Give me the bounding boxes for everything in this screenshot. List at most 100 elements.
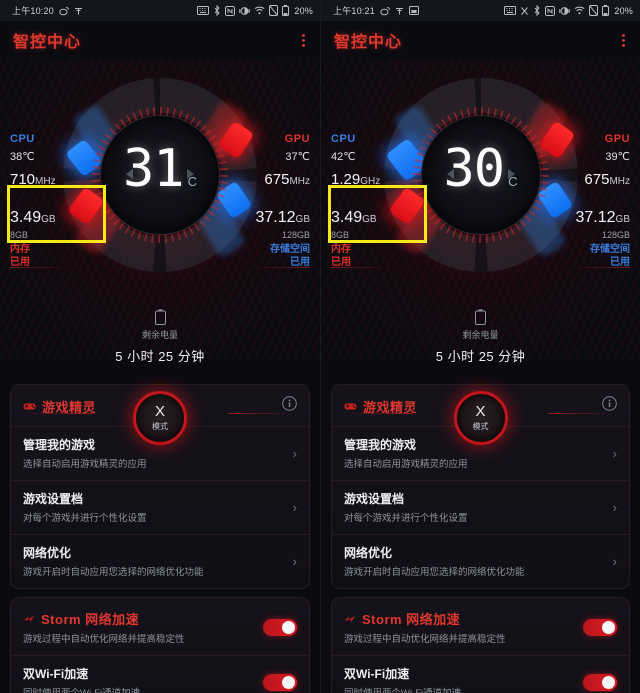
- storage-caption: 存储空间 已用: [270, 244, 310, 268]
- temperature-gauge: 31 C: [62, 77, 258, 273]
- vibrate-icon: [239, 6, 251, 16]
- battery-summary: 剩余电量 5 小时 25 分钟: [321, 309, 640, 365]
- list-item-storm[interactable]: Storm 网络加速 游戏过程中自动优化网络并提高稳定性: [11, 598, 309, 655]
- list-item[interactable]: 双Wi-Fi加速 同时使用两个Wi-Fi通道加速: [11, 655, 309, 693]
- list-item[interactable]: 网络优化 游戏开启时自动应用您选择的网络优化功能 ›: [11, 534, 309, 588]
- chevron-right-icon: ›: [612, 553, 617, 569]
- row-subtitle: 同时使用两个Wi-Fi通道加速: [23, 685, 263, 693]
- gpu-temperature: 39℃: [605, 151, 630, 163]
- list-item[interactable]: 双Wi-Fi加速 同时使用两个Wi-Fi通道加速: [332, 655, 629, 693]
- gamepad-icon: [344, 402, 357, 411]
- list-item-storm[interactable]: Storm 网络加速 游戏过程中自动优化网络并提高稳定性: [332, 598, 629, 655]
- row-text: 网络优化 游戏开启时自动应用您选择的网络优化功能: [344, 544, 605, 578]
- status-bar-right: 20%: [504, 5, 633, 16]
- battery-remaining-time: 5 小时 25 分钟: [115, 349, 205, 364]
- screenshot-comparison: 上午10:20 20% 智控中心 31 C CPU 38℃ 710MHz GPU…: [0, 0, 640, 693]
- cpu-frequency-highlight-box: [7, 185, 106, 243]
- cpu-stats: CPU 38℃ 710MHz: [10, 133, 56, 188]
- row-text: 双Wi-Fi加速 同时使用两个Wi-Fi通道加速: [344, 665, 583, 693]
- temperature-unit: C: [508, 174, 518, 189]
- storage-total: 128GB: [601, 230, 630, 240]
- row-title: 网络优化: [344, 546, 393, 560]
- chevron-right-icon: ›: [292, 553, 297, 569]
- storage-used-value: 37.12: [255, 209, 296, 226]
- status-bar-right: 20%: [197, 5, 313, 16]
- battery-remaining-icon: [475, 309, 486, 325]
- nfc-icon: [225, 5, 236, 16]
- row-text: 双Wi-Fi加速 同时使用两个Wi-Fi通道加速: [23, 665, 263, 693]
- gpu-label: GPU: [284, 133, 310, 145]
- no-sim-icon: [589, 5, 599, 16]
- battery-icon: [282, 5, 290, 16]
- temperature-value: 31: [122, 139, 185, 199]
- screenshot-icon: [408, 6, 419, 15]
- mode-wing-left: [22, 413, 92, 414]
- battery-icon: [602, 5, 610, 16]
- toggle-storm-boost[interactable]: [263, 618, 297, 636]
- keyboard-icon: [504, 6, 517, 15]
- bluetooth-icon: [533, 5, 541, 16]
- phone-screen-left: 上午10:20 20% 智控中心 31 C CPU 38℃ 710MHz GPU…: [0, 0, 320, 693]
- row-subtitle: 游戏过程中自动优化网络并提高稳定性: [344, 634, 506, 645]
- info-icon[interactable]: [282, 396, 297, 416]
- chevron-right-icon: ›: [612, 499, 617, 515]
- overflow-menu-icon[interactable]: [619, 30, 628, 51]
- temperature-gauge: 30 C: [382, 77, 579, 273]
- toggle-dual-wifi[interactable]: [583, 673, 617, 691]
- chevron-right-icon: ›: [292, 499, 297, 515]
- bluetooth-off-icon: [520, 6, 529, 16]
- overflow-menu-icon[interactable]: [299, 30, 308, 51]
- storage-stats: 37.12GB 128GB 存储空间 已用: [256, 209, 311, 269]
- toggle-dual-wifi[interactable]: [263, 673, 297, 691]
- mode-wing-left: [343, 413, 413, 414]
- mode-button[interactable]: X 模式: [453, 391, 508, 445]
- temperature-unit: C: [187, 174, 197, 189]
- phone-screen-right: 上午10:21 20% 智控中心 30 C CPU 42℃ 1.29GHz GP…: [320, 0, 640, 693]
- card-title-text: Storm 网络加速: [362, 612, 461, 627]
- storage-total: 128GB: [281, 230, 310, 240]
- row-subtitle: 选择自动启用游戏精灵的应用: [344, 459, 468, 470]
- gpu-frequency: 675MHz: [584, 171, 630, 188]
- card-title: Storm 网络加速: [23, 609, 263, 628]
- status-bar-left: 上午10:20: [12, 4, 83, 17]
- status-bar-left: 上午10:21: [333, 4, 419, 17]
- gpu-frequency-unit: MHz: [289, 176, 310, 187]
- gpu-frequency-value: 675: [264, 171, 290, 188]
- list-item[interactable]: 游戏设置档 对每个游戏并进行个性化设置 ›: [11, 480, 309, 534]
- storm-icon: [344, 615, 356, 624]
- bluetooth-icon: [213, 5, 221, 16]
- battery-percent: 20%: [294, 5, 313, 16]
- row-subtitle: 游戏开启时自动应用您选择的网络优化功能: [344, 567, 525, 578]
- battery-remaining-label: 剩余电量: [462, 330, 499, 340]
- info-icon[interactable]: [602, 396, 617, 416]
- row-title: 游戏设置档: [23, 492, 84, 506]
- status-bar: 上午10:21 20%: [321, 0, 640, 21]
- row-subtitle: 游戏过程中自动优化网络并提高稳定性: [23, 634, 185, 645]
- wifi-signal-icon: [74, 6, 83, 16]
- battery-remaining-icon: [154, 309, 166, 325]
- storage-used: 37.12GB: [576, 209, 631, 227]
- row-subtitle: 同时使用两个Wi-Fi通道加速: [344, 685, 583, 693]
- storage-used-value: 37.12: [575, 209, 616, 226]
- gpu-frequency-unit: MHz: [609, 176, 630, 187]
- battery-summary: 剩余电量 5 小时 25 分钟: [0, 309, 320, 365]
- list-item[interactable]: 游戏设置档 对每个游戏并进行个性化设置 ›: [332, 480, 629, 534]
- row-subtitle: 游戏开启时自动应用您选择的网络优化功能: [23, 567, 204, 578]
- row-title: 双Wi-Fi加速: [23, 667, 89, 681]
- gpu-frequency: 675MHz: [264, 171, 310, 188]
- gpu-temperature: 37℃: [285, 151, 310, 163]
- card-storm-network-boost: Storm 网络加速 游戏过程中自动优化网络并提高稳定性 双Wi-Fi加速 同时…: [331, 597, 630, 693]
- gpu-frequency-value: 675: [584, 171, 610, 188]
- mode-label: 模式: [472, 422, 489, 431]
- storage-used: 37.12GB: [256, 209, 311, 227]
- dashboard: 30 C CPU 42℃ 1.29GHz GPU 39℃ 675MHz 3.49…: [321, 59, 640, 445]
- status-bar: 上午10:20 20%: [0, 0, 320, 21]
- keyboard-icon: [197, 6, 210, 15]
- storage-stats: 37.12GB 128GB 存储空间 已用: [576, 209, 631, 269]
- list-item[interactable]: 网络优化 游戏开启时自动应用您选择的网络优化功能 ›: [332, 534, 629, 588]
- toggle-storm-boost[interactable]: [583, 618, 617, 636]
- storage-used-unit: GB: [295, 214, 310, 225]
- memory-caption: 内存 已用: [331, 244, 351, 268]
- gpu-label: GPU: [604, 133, 630, 145]
- mode-button[interactable]: X 模式: [133, 391, 187, 445]
